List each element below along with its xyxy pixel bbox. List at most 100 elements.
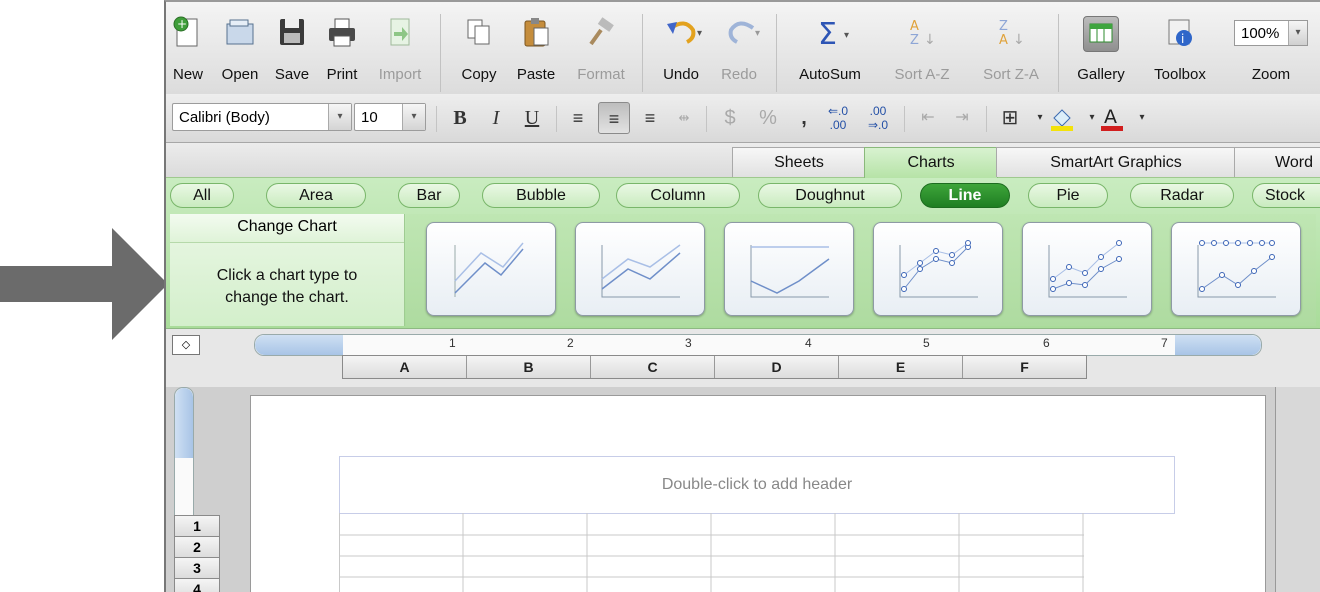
align-right-icon[interactable]: ≡: [634, 102, 666, 134]
align-left-icon[interactable]: ≡: [562, 102, 594, 134]
chart-type-all[interactable]: All: [170, 183, 234, 208]
percent-line-with-markers-thumbnail[interactable]: [1171, 222, 1301, 316]
column-header-e[interactable]: E: [839, 356, 963, 378]
undo-arrow-icon: ▾: [665, 16, 702, 50]
standard-toolbar: + New Open Save Print Import Copy Paste …: [166, 2, 1320, 95]
tab-wordart[interactable]: Word: [1234, 147, 1320, 177]
tab-charts[interactable]: Charts: [864, 147, 998, 178]
import-button[interactable]: Import: [374, 8, 426, 92]
excel-window: + New Open Save Print Import Copy Paste …: [164, 0, 1320, 592]
sort-ascending-button[interactable]: A Z ↓ Sort A-Z: [882, 8, 962, 92]
svg-text:▾: ▾: [697, 28, 702, 39]
font-dropdown-icon[interactable]: ▾: [328, 104, 351, 130]
svg-text:i: i: [1181, 32, 1184, 46]
chart-type-line[interactable]: Line: [920, 183, 1010, 208]
percent-button[interactable]: %: [752, 102, 784, 134]
row-header-3[interactable]: 3: [174, 558, 220, 579]
row-header-2[interactable]: 2: [174, 537, 220, 558]
svg-text:Z: Z: [999, 19, 1008, 34]
chart-type-doughnut[interactable]: Doughnut: [758, 183, 902, 208]
decrease-indent-icon[interactable]: ⇤: [912, 102, 944, 134]
font-size-select[interactable]: 10 ▾: [354, 103, 426, 131]
copy-button[interactable]: Copy: [454, 8, 504, 92]
floppy-disk-icon: [276, 16, 308, 50]
percent-stacked-line-thumbnail[interactable]: [724, 222, 854, 316]
font-name-select[interactable]: Calibri (Body) ▾: [172, 103, 352, 131]
chart-type-bubble[interactable]: Bubble: [482, 183, 600, 208]
fill-color-icon[interactable]: [1046, 102, 1078, 134]
bold-button[interactable]: B: [444, 102, 476, 134]
underline-button[interactable]: U: [516, 102, 548, 134]
undo-button[interactable]: ▾ Undo: [656, 8, 706, 92]
charts-ribbon: All Area Bar Bubble Column Doughnut Line…: [166, 178, 1320, 329]
gallery-button[interactable]: Gallery: [1066, 8, 1136, 92]
zoom-control[interactable]: 100% ▾ Zoom: [1226, 8, 1316, 92]
sort-descending-button[interactable]: Z A ↓ Sort Z-A: [972, 8, 1050, 92]
ruler-area: ◇ 1 2 3 4 5 6 7 A B C D E F: [166, 329, 1320, 387]
change-chart-title: Change Chart: [170, 214, 404, 243]
paste-button[interactable]: Paste: [510, 8, 562, 92]
merge-cells-icon[interactable]: ⇹: [668, 102, 700, 134]
svg-text:↓: ↓: [924, 32, 936, 48]
svg-text:Z: Z: [910, 33, 919, 48]
comma-style-button[interactable]: ,: [788, 102, 820, 134]
sigma-icon: Σ ▾: [814, 16, 849, 52]
autosum-button[interactable]: Σ ▾ AutoSum: [788, 8, 872, 92]
tab-smartart-graphics[interactable]: SmartArt Graphics: [996, 147, 1236, 177]
column-header-d[interactable]: D: [715, 356, 839, 378]
row-header-4[interactable]: 4: [174, 579, 220, 592]
tab-sheets[interactable]: Sheets: [732, 147, 866, 177]
format-painter-button[interactable]: Format: [570, 8, 632, 92]
column-header-f[interactable]: F: [963, 356, 1086, 378]
cell-grid[interactable]: [339, 513, 1084, 592]
stacked-line-with-markers-thumbnail[interactable]: [1022, 222, 1152, 316]
svg-text:+: +: [177, 17, 187, 31]
align-center-icon[interactable]: ≡: [598, 102, 630, 134]
elements-gallery-tabs: Sheets Charts SmartArt Graphics Word: [166, 143, 1320, 178]
column-header-c[interactable]: C: [591, 356, 715, 378]
line-chart-thumbnail[interactable]: [426, 222, 556, 316]
print-button[interactable]: Print: [322, 8, 362, 92]
import-icon: [384, 16, 416, 50]
chart-type-pie[interactable]: Pie: [1028, 183, 1108, 208]
toolbox-button[interactable]: i Toolbox: [1144, 8, 1216, 92]
chart-type-bar[interactable]: Bar: [398, 183, 460, 208]
column-header-a[interactable]: A: [343, 356, 467, 378]
zoom-dropdown-icon[interactable]: ▾: [1288, 21, 1307, 45]
decrease-decimal-icon[interactable]: .00 ⇒.0: [862, 102, 894, 136]
open-button[interactable]: Open: [218, 8, 262, 92]
paintbrush-icon: [585, 16, 617, 50]
stacked-line-thumbnail[interactable]: [575, 222, 705, 316]
currency-button[interactable]: $: [714, 102, 746, 134]
chart-type-radar[interactable]: Radar: [1130, 183, 1234, 208]
sort-az-icon: A Z ↓: [906, 16, 938, 50]
vertical-scrollbar[interactable]: [1275, 387, 1320, 592]
italic-button[interactable]: I: [480, 102, 512, 134]
chart-type-column[interactable]: Column: [616, 183, 740, 208]
font-size-dropdown-icon[interactable]: ▾: [402, 104, 425, 130]
chart-type-area[interactable]: Area: [266, 183, 366, 208]
borders-icon[interactable]: ⊞: [994, 102, 1026, 134]
horizontal-ruler[interactable]: 1 2 3 4 5 6 7: [254, 334, 1262, 356]
line-with-markers-thumbnail[interactable]: [873, 222, 1003, 316]
font-color-icon[interactable]: A: [1096, 102, 1128, 134]
tab-stop-selector-icon[interactable]: ◇: [172, 335, 200, 355]
svg-text:A: A: [999, 33, 1008, 48]
save-button[interactable]: Save: [272, 8, 312, 92]
chart-type-stock[interactable]: Stock: [1252, 183, 1320, 208]
svg-text:▾: ▾: [844, 30, 849, 41]
toolbox-icon: i: [1164, 16, 1196, 50]
redo-button[interactable]: ▾ Redo: [714, 8, 764, 92]
column-header-b[interactable]: B: [467, 356, 591, 378]
zoom-select[interactable]: 100% ▾: [1234, 20, 1308, 46]
copy-icon: [463, 16, 495, 50]
new-button[interactable]: + New: [168, 8, 208, 92]
increase-decimal-icon[interactable]: ⇐.0.00: [822, 102, 854, 136]
font-color-dropdown-icon[interactable]: ▾: [1126, 102, 1158, 134]
open-folder-icon: [224, 16, 256, 50]
svg-text:↓: ↓: [1013, 32, 1025, 48]
increase-indent-icon[interactable]: ⇥: [946, 102, 978, 134]
row-header-1[interactable]: 1: [174, 515, 220, 537]
line-chart-gallery: [406, 214, 1316, 326]
header-placeholder[interactable]: Double-click to add header: [339, 456, 1175, 514]
